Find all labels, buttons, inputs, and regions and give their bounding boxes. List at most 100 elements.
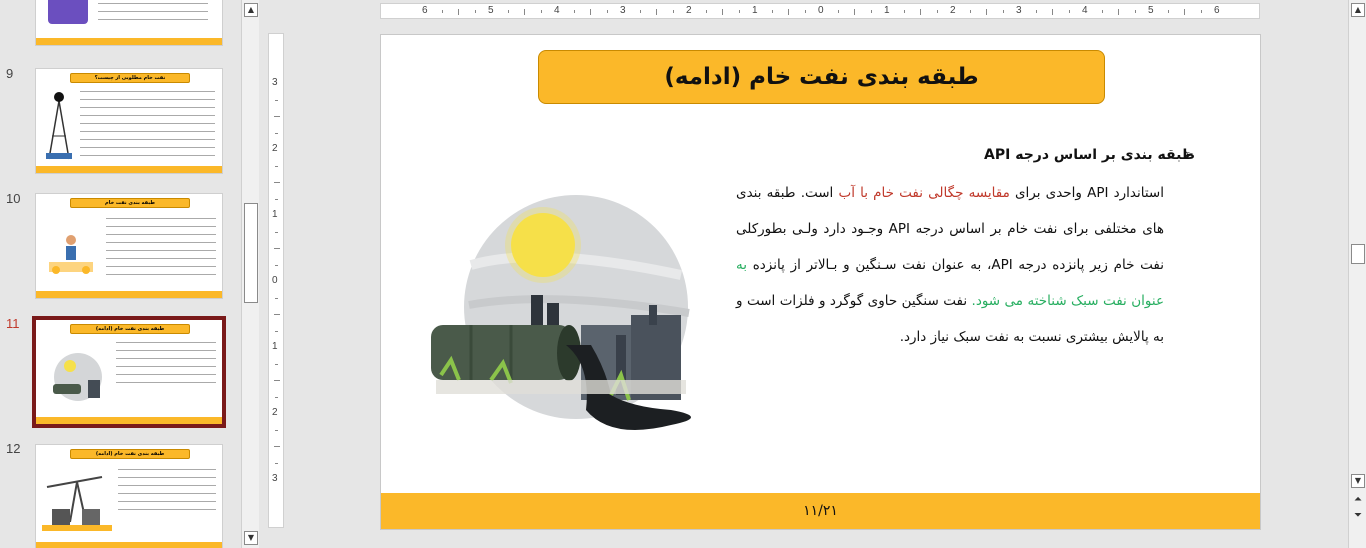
ruler-tick [788, 9, 789, 15]
ruler-tick [275, 363, 278, 365]
triangle-down-icon[interactable]: ▼ [244, 531, 258, 545]
slide-thumbnail-10[interactable]: طبقه بندی نفت خام [35, 193, 223, 299]
ruler-label: 2 [686, 5, 692, 16]
ruler-tick [1118, 9, 1119, 15]
slide-number: 11 [6, 316, 20, 331]
ruler-tick [1101, 10, 1103, 13]
ruler-label: 2 [272, 143, 278, 154]
ruler-tick [1200, 10, 1202, 13]
ruler-tick [274, 182, 280, 183]
ruler-tick [275, 462, 278, 464]
bullet-heading[interactable]: طبقه بندی بر اساس درجه API [984, 147, 1195, 163]
triangle-up-icon[interactable]: ▲ [1351, 3, 1365, 17]
thumbnail-footer [36, 417, 222, 424]
ruler-tick [722, 9, 723, 15]
slide-body-text[interactable]: استاندارد API واحدی برای مقایسه چگالی نف… [736, 175, 1164, 355]
ruler-tick [986, 9, 987, 15]
thumbnail-title: نفت خام مطلوبی از چیست؟ [70, 73, 190, 83]
ruler-tick [275, 396, 278, 398]
triangle-down-icon[interactable]: ▼ [1351, 474, 1365, 488]
ruler-tick [1035, 10, 1037, 13]
ruler-tick [274, 314, 280, 315]
slide-thumbnail-8[interactable] [35, 0, 223, 46]
ruler-tick [1184, 9, 1185, 15]
scrollbar-thumb[interactable] [1351, 244, 1365, 264]
ruler-tick [1167, 10, 1169, 13]
ruler-label: 1 [884, 5, 890, 16]
ruler-label: 5 [1148, 5, 1154, 16]
slide-page-number: ۱۱/۲۱ [803, 503, 838, 519]
thumbnail-footer [36, 38, 222, 45]
ruler-label: 1 [752, 5, 758, 16]
ruler-label: 3 [1016, 5, 1022, 16]
pumpjack-illustration-icon [42, 476, 112, 531]
ruler-tick [1068, 10, 1070, 13]
ruler-label: 1 [272, 209, 278, 220]
ruler-label: 5 [488, 5, 494, 16]
ruler-tick [274, 248, 280, 249]
triangle-up-icon[interactable]: ▲ [244, 3, 258, 17]
ruler-tick [441, 10, 443, 13]
powerpoint-editor: 9 نفت خام مطلوبی از چیست؟ 10 طبقه بندی ن… [0, 0, 1366, 548]
horizontal-ruler: 6 5 4 3 2 1 0 1 2 3 4 5 6 [380, 3, 1260, 19]
ruler-label: 4 [554, 5, 560, 16]
ruler-label: 3 [272, 77, 278, 88]
scrollbar-thumb[interactable] [244, 203, 258, 303]
ruler-tick [507, 10, 509, 13]
ruler-label: 4 [1082, 5, 1088, 16]
ruler-tick [804, 10, 806, 13]
thumbnail-footer [36, 542, 222, 548]
slide-thumbnail-12[interactable]: طبقه بندی نفت خام (ادامه) [35, 444, 223, 548]
ruler-tick [656, 9, 657, 15]
ruler-tick [672, 10, 674, 13]
thumbnails-scrollbar[interactable]: ▲ ▼ [241, 0, 259, 548]
ruler-label: 6 [422, 5, 428, 16]
ruler-tick [274, 446, 280, 447]
slide-number: 12 [6, 441, 21, 456]
pollution-illustration-icon [53, 353, 102, 401]
ruler-tick [458, 9, 459, 15]
previous-slide-icon[interactable]: ⏶ [1351, 494, 1365, 508]
body-text-part: استاندارد API واحدی برای [1009, 185, 1164, 201]
ruler-tick [573, 10, 575, 13]
ruler-label: 0 [272, 275, 278, 286]
thumbnail-image [48, 0, 88, 24]
slide-thumbnails-pane: 9 نفت خام مطلوبی از چیست؟ 10 طبقه بندی ن… [0, 0, 240, 548]
slide-thumbnail-9[interactable]: نفت خام مطلوبی از چیست؟ [35, 68, 223, 174]
ruler-label: 2 [272, 407, 278, 418]
ruler-tick [275, 99, 278, 101]
ruler-tick [936, 10, 938, 13]
ruler-label: 1 [272, 341, 278, 352]
slide-number: 10 [6, 191, 21, 206]
slide-title[interactable]: طبقه بندی نفت خام (ادامه) [538, 50, 1105, 104]
ruler-tick [771, 10, 773, 13]
ruler-tick [474, 10, 476, 13]
ruler-tick [275, 264, 278, 266]
slide-number: 9 [6, 66, 14, 81]
ruler-tick [639, 10, 641, 13]
ruler-tick [705, 10, 707, 13]
ruler-tick [1002, 10, 1004, 13]
ruler-tick [275, 330, 278, 332]
slide-canvas[interactable]: طبقه بندی نفت خام (ادامه) ➢ طبقه بندی بر… [380, 34, 1261, 530]
ruler-label: 3 [272, 473, 278, 484]
next-slide-icon[interactable]: ⏷ [1351, 510, 1365, 524]
ruler-label: 0 [818, 5, 824, 16]
ruler-tick [540, 10, 542, 13]
ruler-tick [606, 10, 608, 13]
ruler-tick [275, 231, 278, 233]
ruler-label: 3 [620, 5, 626, 16]
ruler-tick [275, 429, 278, 431]
ruler-tick [969, 10, 971, 13]
worker-illustration-icon [49, 235, 93, 274]
oil-rig-icon [46, 92, 72, 160]
ruler-tick [738, 10, 740, 13]
thumbnail-footer [36, 166, 222, 173]
slide-thumbnail-11[interactable]: طبقه بندی نفت خام (ادامه) [32, 316, 226, 428]
ruler-tick [275, 132, 278, 134]
ruler-tick [275, 165, 278, 167]
ruler-tick [920, 9, 921, 15]
slide-scrollbar[interactable]: ▲ ▼ ⏶ ⏷ [1348, 0, 1366, 548]
ruler-tick [524, 9, 525, 15]
ruler-tick [275, 297, 278, 299]
